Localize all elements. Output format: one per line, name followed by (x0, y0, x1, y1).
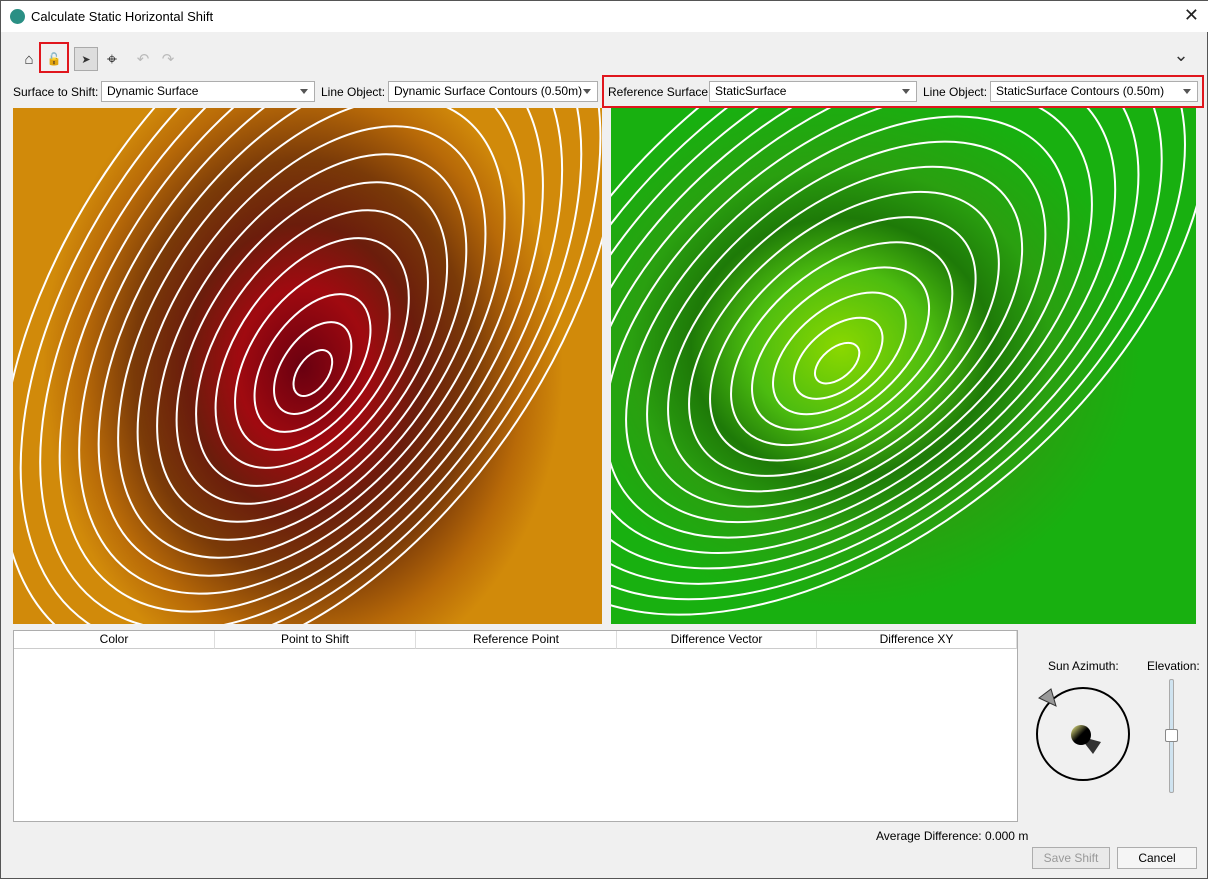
close-button[interactable]: ✕ (1184, 5, 1199, 26)
window-title: Calculate Static Horizontal Shift (31, 9, 214, 24)
contour-line (814, 341, 861, 385)
sun-azimuth-label: Sun Azimuth: (1048, 659, 1119, 673)
contour-line (793, 316, 884, 400)
dynamic-surface-map[interactable] (13, 108, 602, 624)
chevron-down-icon[interactable]: ⌄ (1169, 43, 1193, 67)
col-difference-xy[interactable]: Difference XY (817, 631, 1017, 649)
surface-to-shift-label: Surface to Shift: (13, 85, 99, 99)
contour-line (97, 108, 525, 577)
static-surface-map[interactable] (611, 108, 1196, 624)
average-difference: Average Difference: 0.000 m (876, 829, 1029, 843)
undo-icon[interactable]: ↶ (131, 47, 155, 71)
chevron-down-icon (583, 89, 591, 94)
select-icon[interactable]: ➤ (74, 47, 98, 71)
elevation-slider-thumb[interactable] (1165, 729, 1178, 742)
col-point-to-shift[interactable]: Point to Shift (215, 631, 416, 649)
elevation-label: Elevation: (1147, 659, 1200, 673)
redo-icon[interactable]: ↷ (156, 47, 180, 71)
contour-line (646, 140, 1047, 508)
chevron-down-icon (300, 89, 308, 94)
contour-line (253, 293, 372, 433)
static-contours (611, 108, 1196, 616)
line-object-dropdown[interactable]: Dynamic Surface Contours (0.50m) (388, 81, 598, 102)
contour-line (273, 321, 353, 415)
save-shift-button[interactable]: Save Shift (1032, 847, 1110, 869)
surface-to-shift-dropdown[interactable]: Dynamic Surface (101, 81, 315, 102)
crosshair-icon[interactable]: ⌖ (100, 47, 124, 71)
dropdown-value: Dynamic Surface Contours (0.50m) (394, 84, 583, 98)
reference-highlight (602, 75, 1204, 108)
col-color[interactable]: Color (14, 631, 215, 649)
contour-line (234, 265, 391, 451)
line-object-label: Line Object: (321, 85, 386, 99)
cancel-button[interactable]: Cancel (1117, 847, 1197, 869)
col-difference-vector[interactable]: Difference Vector (617, 631, 817, 649)
home-icon[interactable]: ⌂ (17, 47, 41, 71)
col-reference-point[interactable]: Reference Point (416, 631, 617, 649)
title-bar: Calculate Static Horizontal Shift ✕ (1, 1, 1208, 32)
lock-highlight (39, 42, 69, 73)
contour-line (292, 349, 334, 397)
sun-icon (1071, 725, 1091, 745)
contour-line (117, 108, 506, 559)
shift-table[interactable]: Color Point to Shift Reference Point Dif… (13, 630, 1018, 822)
contour-line (688, 190, 1000, 477)
contour-line (195, 209, 429, 487)
contour-line (611, 108, 1196, 616)
dropdown-value: Dynamic Surface (107, 84, 199, 98)
app-icon (10, 9, 25, 24)
sun-azimuth-dial[interactable] (1031, 686, 1136, 786)
contour-line (772, 291, 907, 416)
dynamic-contours (13, 108, 602, 624)
contour-line (625, 115, 1070, 524)
